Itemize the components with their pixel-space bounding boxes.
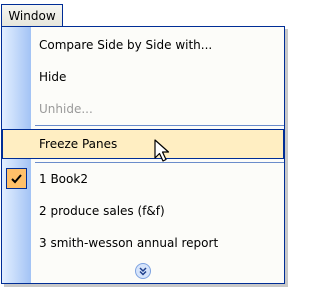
mouse-cursor-icon [154,139,170,162]
checkmark-icon [6,168,27,189]
menu-window-label: Window [8,8,56,23]
menu-item-book2[interactable]: 1 Book2 [2,165,284,193]
menu-item-label: Freeze Panes [39,137,118,151]
menu-item-compare-side-by-side[interactable]: Compare Side by Side with... [2,31,284,59]
double-chevron-down-icon [135,263,151,279]
menu-item-label: 3 smith-wesson annual report [39,236,219,250]
menu-item-label: Hide [39,70,67,84]
menu-item-label: Compare Side by Side with... [39,38,213,52]
menu-expand-button[interactable] [2,259,284,283]
menu-item-unhide: Unhide... [2,95,284,123]
menu-item-hide[interactable]: Hide [2,63,284,91]
menu-item-label: 2 produce sales (f&f) [39,204,165,218]
menu-item-freeze-panes[interactable]: Freeze Panes [2,129,284,159]
menu-item-produce-sales[interactable]: 2 produce sales (f&f) [2,197,284,225]
menu-item-smith-wesson-report[interactable]: 3 smith-wesson annual report [2,229,284,257]
window-menu-dropdown: Compare Side by Side with... Hide Unhide… [1,26,285,284]
menu-window[interactable]: Window [1,4,63,26]
menu-separator [35,125,284,126]
menu-item-label: 1 Book2 [39,172,88,186]
menu-item-label: Unhide... [39,102,93,116]
